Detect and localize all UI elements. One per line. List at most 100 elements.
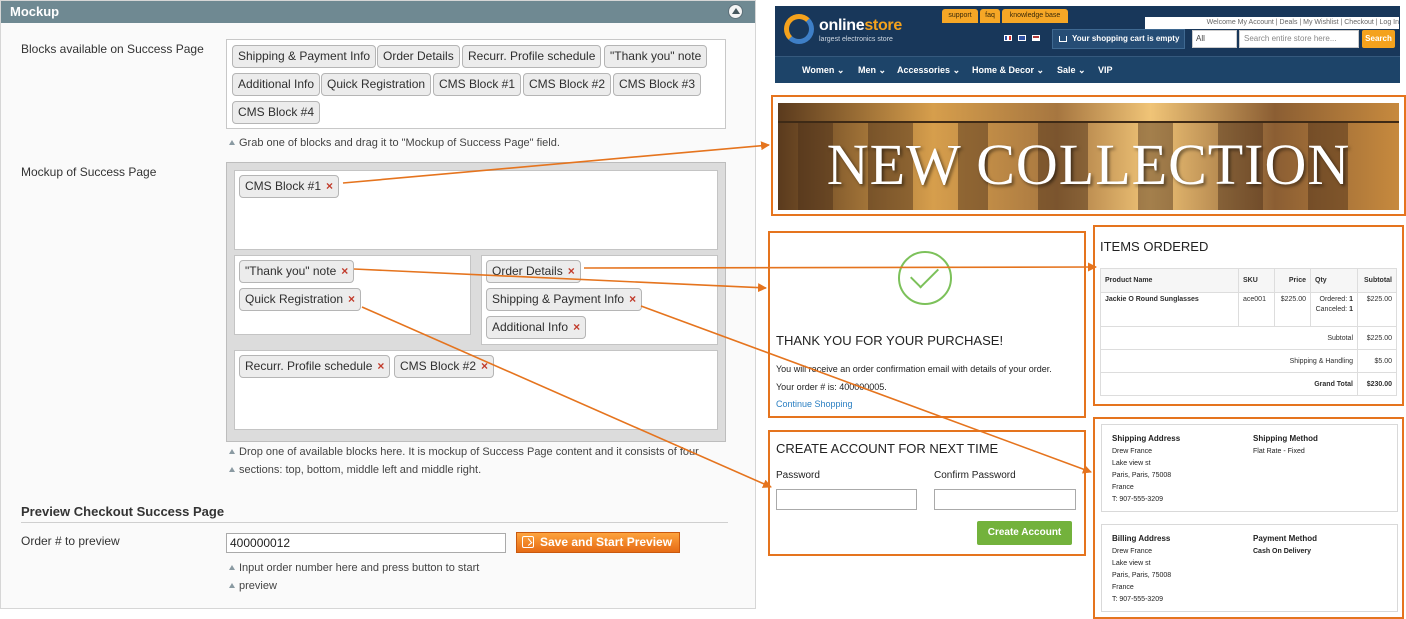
remove-icon[interactable]: × bbox=[629, 292, 636, 306]
chip-label: Additional Info bbox=[492, 320, 569, 334]
qty-cell: Ordered: 1 Canceled: 1 bbox=[1310, 292, 1358, 327]
top-links[interactable]: Welcome My Account | Deals | My Wishlist… bbox=[1145, 17, 1399, 29]
available-chip[interactable]: "Thank you" note bbox=[604, 45, 708, 68]
nav-item-men[interactable]: Men ⌄ bbox=[858, 57, 886, 83]
nav-item-women[interactable]: Women ⌄ bbox=[802, 57, 844, 83]
available-chip[interactable]: Recurr. Profile schedule bbox=[462, 45, 602, 68]
mockup-slot-top[interactable]: CMS Block #1 × bbox=[234, 170, 718, 250]
mockup-chip[interactable]: Recurr. Profile schedule × bbox=[239, 355, 391, 378]
search-placeholder: Search entire store here... bbox=[1244, 34, 1337, 43]
total-value: $5.00 bbox=[1357, 349, 1397, 373]
shipping-payment-block: Shipping Address Drew France Lake view s… bbox=[1093, 417, 1404, 619]
remove-icon[interactable]: × bbox=[568, 264, 575, 278]
nav-label: Sale bbox=[1057, 65, 1076, 75]
address-line: Lake view st bbox=[1112, 560, 1151, 567]
mockup-admin-panel: Mockup Blocks available on Success Page … bbox=[0, 0, 756, 609]
available-chip[interactable]: CMS Block #4 bbox=[232, 101, 321, 124]
mockup-slot-bottom[interactable]: Recurr. Profile schedule × CMS Block #2 × bbox=[234, 350, 718, 430]
product-name-cell: Jackie O Round Sunglasses bbox=[1100, 292, 1239, 327]
price-cell: $225.00 bbox=[1274, 292, 1311, 327]
continue-shopping-link[interactable]: Continue Shopping bbox=[776, 399, 853, 409]
nav-item-sale[interactable]: Sale ⌄ bbox=[1057, 57, 1086, 83]
available-chip[interactable]: Shipping & Payment Info bbox=[232, 45, 377, 68]
address-line: France bbox=[1112, 584, 1134, 591]
create-account-button[interactable]: Create Account bbox=[977, 521, 1072, 545]
totals-row: Shipping & Handling $5.00 bbox=[1100, 349, 1397, 373]
store-logo-icon[interactable] bbox=[784, 14, 814, 44]
remove-icon[interactable]: × bbox=[573, 320, 580, 334]
total-label: Grand Total bbox=[1100, 372, 1358, 396]
search-button[interactable]: Search bbox=[1362, 30, 1395, 48]
shipping-method: Flat Rate - Fixed bbox=[1253, 448, 1305, 455]
mockup-chip[interactable]: Shipping & Payment Info × bbox=[486, 288, 643, 311]
sku-cell: ace001 bbox=[1238, 292, 1275, 327]
chip-label: Recurr. Profile schedule bbox=[245, 359, 373, 373]
save-button-label: Save and Start Preview bbox=[540, 535, 673, 549]
banner-image[interactable]: NEW COLLECTION bbox=[778, 103, 1399, 210]
preview-hint-line1: Input order number here and press button… bbox=[227, 559, 479, 577]
billing-address: Drew France Lake view st Paris, Paris, 7… bbox=[1112, 546, 1171, 606]
available-chip[interactable]: CMS Block #2 bbox=[523, 73, 612, 96]
chip-label: Shipping & Payment Info bbox=[492, 292, 625, 306]
mockup-chip[interactable]: CMS Block #2 × bbox=[394, 355, 495, 378]
save-and-start-preview-button[interactable]: Save and Start Preview bbox=[516, 532, 680, 553]
chip-label: Quick Registration bbox=[245, 292, 344, 306]
available-chip[interactable]: Order Details bbox=[377, 45, 460, 68]
available-chip[interactable]: Quick Registration bbox=[321, 73, 432, 96]
billing-info-card: Billing Address Drew France Lake view st… bbox=[1101, 524, 1398, 612]
qty-canceled-label: Canceled: bbox=[1315, 306, 1348, 313]
mockup-chip[interactable]: Additional Info × bbox=[486, 316, 587, 339]
mockup-chip[interactable]: "Thank you" note × bbox=[239, 260, 355, 283]
nav-label: Accessories bbox=[897, 65, 951, 75]
chevron-down-icon: ⌄ bbox=[836, 65, 845, 75]
available-chip[interactable]: CMS Block #1 bbox=[433, 73, 522, 96]
search-input[interactable]: Search entire store here... bbox=[1239, 30, 1359, 48]
password-input[interactable] bbox=[776, 489, 917, 510]
mockup-chip[interactable]: CMS Block #1 × bbox=[239, 175, 340, 198]
top-tab-knowledge-base[interactable]: knowledge base bbox=[1002, 9, 1068, 23]
mockup-chip[interactable]: Order Details × bbox=[486, 260, 581, 283]
available-chip[interactable]: Additional Info bbox=[232, 73, 321, 96]
flag-uk-icon[interactable] bbox=[1018, 35, 1026, 41]
section-title: Mockup bbox=[10, 4, 60, 19]
mockup-section-header[interactable]: Mockup bbox=[1, 1, 755, 23]
remove-icon[interactable]: × bbox=[341, 264, 348, 278]
available-chip[interactable]: CMS Block #3 bbox=[613, 73, 702, 96]
nav-label: Home & Decor bbox=[972, 65, 1035, 75]
search-scope-value: All bbox=[1196, 34, 1205, 43]
search-scope-select[interactable]: All bbox=[1192, 30, 1237, 48]
col-product-name: Product Name bbox=[1100, 268, 1239, 293]
logo-part1: online bbox=[819, 17, 865, 34]
mockup-slot-middle-left[interactable]: "Thank you" note × Quick Registration × bbox=[234, 255, 471, 335]
payment-method: Cash On Delivery bbox=[1253, 548, 1311, 555]
mockup-chip[interactable]: Quick Registration × bbox=[239, 288, 362, 311]
mockup-drop-area[interactable]: CMS Block #1 × "Thank you" note × Quick Re… bbox=[226, 162, 726, 442]
remove-icon[interactable]: × bbox=[481, 359, 488, 373]
remove-icon[interactable]: × bbox=[326, 179, 333, 193]
flag-fr-icon[interactable] bbox=[1004, 35, 1012, 41]
remove-icon[interactable]: × bbox=[377, 359, 384, 373]
nav-item-vip[interactable]: VIP bbox=[1098, 57, 1113, 83]
password-label: Password bbox=[776, 470, 820, 481]
remove-icon[interactable]: × bbox=[348, 292, 355, 306]
cart-icon bbox=[1059, 36, 1067, 42]
top-tab-support[interactable]: support bbox=[942, 9, 978, 23]
order-number-input[interactable] bbox=[226, 533, 506, 553]
col-subtotal: Subtotal bbox=[1357, 268, 1397, 293]
col-sku: SKU bbox=[1238, 268, 1275, 293]
store-tagline: largest electronics store bbox=[819, 36, 893, 43]
address-line: France bbox=[1112, 484, 1134, 491]
flag-us-icon[interactable] bbox=[1032, 35, 1040, 41]
mockup-label: Mockup of Success Page bbox=[21, 165, 157, 179]
totals-row: Grand Total $230.00 bbox=[1100, 372, 1397, 396]
mockup-slot-middle-right[interactable]: Order Details × Shipping & Payment Info × … bbox=[481, 255, 718, 345]
nav-item-home-decor[interactable]: Home & Decor ⌄ bbox=[972, 57, 1044, 83]
preview-divider bbox=[21, 522, 728, 523]
shopping-cart[interactable]: Your shopping cart is empty bbox=[1052, 29, 1185, 49]
chevron-down-icon: ⌄ bbox=[878, 65, 887, 75]
store-logo[interactable]: onlinestore bbox=[819, 17, 902, 35]
top-tab-faq[interactable]: faq bbox=[980, 9, 1000, 23]
collapse-toggle-icon[interactable] bbox=[728, 4, 743, 19]
confirm-password-input[interactable] bbox=[934, 489, 1076, 510]
nav-item-accessories[interactable]: Accessories ⌄ bbox=[897, 57, 960, 83]
